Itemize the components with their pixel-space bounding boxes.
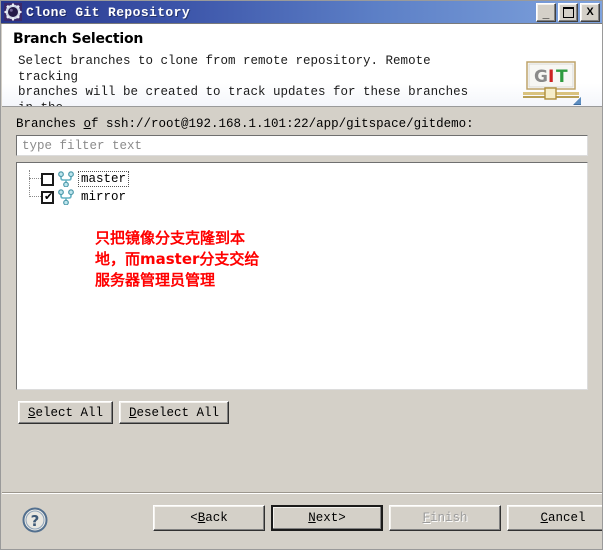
annotation-text: 只把镜像分支克隆到本地，而master分支交给服务器管理员管理 (95, 229, 260, 289)
select-buttons-group: Select All Deselect All (18, 401, 230, 424)
title-bar[interactable]: Clone Git Repository _ X (1, 1, 602, 24)
next-label: ext (315, 511, 339, 525)
finish-button: Finish (389, 505, 501, 531)
window-title: Clone Git Repository (26, 4, 191, 20)
clone-git-repository-dialog: Clone Git Repository _ X Branch Selectio… (0, 0, 603, 550)
help-icon[interactable]: ? (21, 506, 49, 534)
deselect-all-mnemonic: D (129, 405, 137, 420)
next-suffix: > (338, 511, 346, 525)
finish-mnemonic: F (422, 511, 430, 525)
svg-text:I: I (548, 67, 554, 87)
cancel-mnemonic: C (540, 511, 548, 525)
checkmark-icon: ✔ (44, 189, 54, 203)
filter-input[interactable]: type filter text (16, 135, 588, 156)
page-title: Branch Selection (13, 31, 144, 47)
branches-label-mnemonic: o (83, 117, 92, 131)
branches-label-suffix: f ssh://root@192.168.1.101:22/app/gitspa… (91, 117, 474, 131)
maximize-icon (559, 4, 577, 21)
maximize-button[interactable] (558, 2, 578, 22)
back-button[interactable]: < Back (153, 505, 265, 531)
git-logo-icon: G I T (521, 61, 585, 105)
select-all-mnemonic: S (28, 405, 36, 420)
svg-text:G: G (534, 67, 548, 87)
deselect-all-label: eselect All (136, 405, 220, 420)
back-label: ack (205, 511, 228, 525)
tree-label-master: master (77, 171, 130, 187)
tree-checkbox-master[interactable] (41, 172, 54, 186)
back-mnemonic: B (197, 511, 206, 525)
cancel-label: ancel (548, 511, 586, 525)
cancel-button[interactable]: Cancel (507, 505, 602, 531)
app-gear-icon (4, 3, 22, 21)
branches-label: Branches of ssh://root@192.168.1.101:22/… (16, 117, 474, 131)
next-button[interactable]: Next > (271, 505, 383, 531)
tree-item-master[interactable]: master (27, 170, 130, 188)
tree-item-mirror[interactable]: ✔ mirror (27, 188, 128, 206)
close-icon: X (586, 5, 594, 18)
select-all-button[interactable]: Select All (18, 401, 114, 424)
tree-hierarchy-line (27, 170, 41, 188)
wizard-header: Branch Selection Select branches to clon… (2, 24, 602, 107)
close-button[interactable]: X (580, 2, 600, 22)
branches-tree[interactable]: master ✔ mirror 只把镜像分支克隆到本地，而master分支交给服… (16, 162, 588, 390)
svg-text:T: T (556, 67, 568, 87)
next-mnemonic: N (308, 511, 316, 525)
minimize-icon: _ (542, 5, 550, 20)
git-branch-icon (57, 189, 75, 206)
svg-text:?: ? (31, 512, 40, 530)
minimize-button[interactable]: _ (536, 2, 556, 22)
filter-placeholder: type filter text (22, 138, 143, 153)
branches-label-prefix: Branches (16, 117, 84, 131)
git-branch-icon (57, 171, 75, 188)
select-all-label: elect All (35, 405, 104, 420)
window-controls: _ X (536, 2, 602, 22)
finish-label: inish (430, 511, 468, 525)
page-description: Select branches to clone from remote rep… (18, 54, 469, 106)
title-bar-left: Clone Git Repository (1, 3, 536, 21)
deselect-all-button[interactable]: Deselect All (119, 401, 230, 424)
tree-hierarchy-line (27, 188, 41, 206)
back-prefix: < (190, 511, 198, 525)
dialog-body: Branches of ssh://root@192.168.1.101:22/… (2, 107, 602, 493)
wizard-nav-buttons: < Back Next > Finish Cancel (153, 505, 602, 531)
tree-label-mirror: mirror (81, 190, 127, 204)
tree-checkbox-mirror[interactable]: ✔ (41, 189, 54, 204)
